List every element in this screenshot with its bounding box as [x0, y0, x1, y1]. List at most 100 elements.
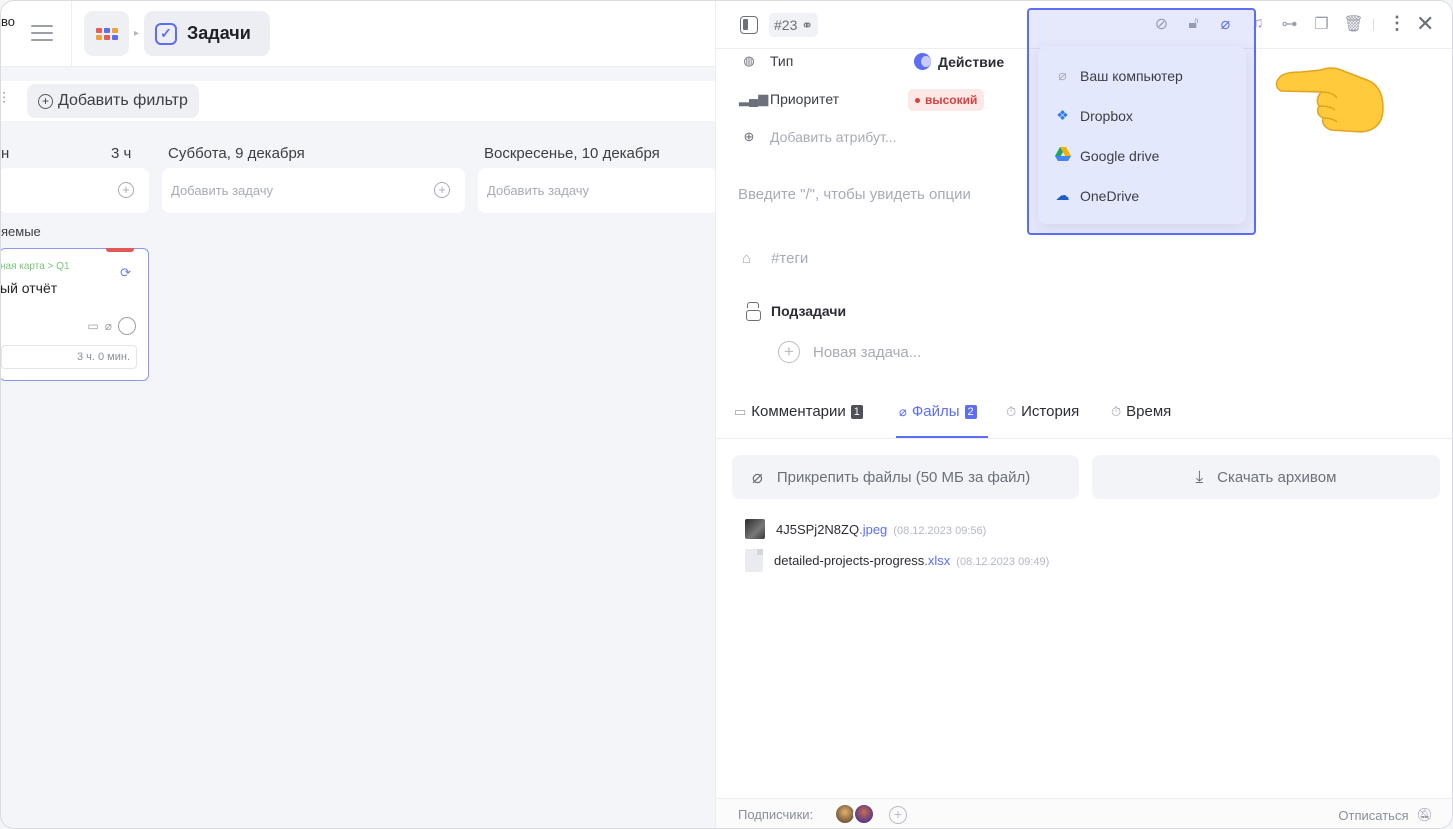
section-label: яемые — [1, 224, 41, 239]
attach-from-dropbox[interactable]: ❖ Dropbox — [1054, 107, 1133, 124]
divider — [1373, 19, 1374, 31]
count-badge: 2 — [964, 404, 977, 419]
copy-icon[interactable]: ❐ — [1311, 13, 1332, 35]
attach-from-google-drive[interactable]: Google drive — [1054, 147, 1159, 164]
column-title: Воскресенье, 10 декабря — [484, 145, 660, 162]
tab-time[interactable]: ⏱︎ Время — [1111, 403, 1171, 420]
add-attribute-button[interactable]: ⊕ Добавить атрибут... — [739, 129, 897, 145]
onedrive-icon: ☁ — [1055, 187, 1070, 203]
plus-circle-icon: + — [778, 341, 800, 363]
subscribers-label: Подписчики: — [738, 807, 814, 822]
download-archive-button[interactable]: ⤓ Скачать архивом — [1092, 455, 1440, 499]
priority-marker — [106, 248, 134, 252]
menu-icon[interactable] — [31, 25, 53, 41]
task-card[interactable]: ная карта > Q1 ⟳ ый отчёт ▭ ⌀ 3 ч. 0 мин… — [0, 248, 149, 381]
filter-settings-icon[interactable]: ⫶ — [2, 91, 6, 109]
add-task-input[interactable]: Добавить задачу — [478, 168, 718, 213]
column-title: Суббота, 9 декабря — [168, 145, 305, 162]
tag-icon: ⌂ — [742, 250, 752, 267]
type-icon: ◍ — [743, 53, 755, 68]
attach-menu: ⌀ Ваш компьютер ❖ Dropbox Google drive ☁… — [1038, 46, 1246, 224]
add-task-placeholder: Добавить задачу — [487, 183, 590, 198]
attach-from-computer[interactable]: ⌀ Ваш компьютер — [1054, 67, 1183, 84]
divider — [71, 1, 72, 67]
unsubscribe-button[interactable]: Отписаться 🔕︎ — [1338, 807, 1433, 823]
attribute-priority: ▂▄▆ Приоритет — [739, 91, 839, 107]
card-title: ый отчёт — [0, 280, 58, 296]
apps-grid-icon — [95, 27, 118, 40]
add-task-input[interactable]: Добавить задачу + — [162, 168, 465, 213]
add-attribute-label: Добавить атрибут... — [770, 129, 897, 145]
plus-circle-icon: + — [38, 93, 53, 109]
attach-files-button[interactable]: ⌀ Прикрепить файлы (50 МБ за файл) — [732, 455, 1079, 499]
detail-tabs: ▭ Комментарии 1 ⌀ Файлы 2 ⏱︎ История ⏱︎ … — [716, 399, 1452, 439]
avatar[interactable] — [853, 803, 875, 825]
download-archive-label: Скачать архивом — [1217, 468, 1337, 486]
new-subtask-button[interactable]: + Новая задача... — [778, 341, 921, 363]
breadcrumb-arrow-icon: ▸ — [134, 28, 140, 39]
add-subscriber-button[interactable]: + — [889, 806, 907, 824]
bell-off-icon: 🔕︎ — [1416, 807, 1433, 822]
paperclip-icon: ⌀ — [752, 466, 763, 487]
action-type-icon — [914, 53, 931, 70]
column-hours: 3 ч — [111, 145, 132, 162]
trash-icon[interactable]: 🗑︎ — [1343, 13, 1364, 35]
subscribers-bar: Подписчики: + Отписаться 🔕︎ — [716, 798, 1452, 828]
section-title: Задачи — [187, 23, 251, 43]
close-icon[interactable]: ✕ — [1416, 11, 1434, 37]
file-item[interactable]: 4J5SPj2N8ZQ.jpeg (08.12.2023 09:56) — [745, 519, 986, 539]
attribute-label: Тип — [770, 53, 794, 69]
active-tab-indicator — [896, 436, 988, 438]
top-bar: во ▸ ✓ Задачи — [1, 1, 715, 67]
document-icon — [745, 549, 763, 572]
apps-button[interactable] — [84, 11, 129, 56]
google-drive-icon — [1054, 147, 1071, 164]
more-icon[interactable]: ⋮ — [1388, 13, 1406, 34]
count-badge: 1 — [850, 404, 863, 419]
subtasks-header: Подзадачи — [746, 302, 847, 321]
checkbox-icon: ✓ — [155, 22, 177, 45]
tasks-section-button[interactable]: ✓ Задачи — [144, 11, 270, 56]
tags-placeholder: #теги — [771, 250, 809, 267]
tab-files[interactable]: ⌀ Файлы 2 — [899, 403, 977, 420]
filter-bar: ⫶ + Добавить фильтр — [1, 81, 715, 121]
add-task-input[interactable]: + — [1, 168, 149, 213]
subtasks-icon — [746, 302, 761, 321]
add-filter-button[interactable]: + Добавить фильтр — [27, 84, 199, 118]
complete-toggle[interactable] — [118, 317, 136, 335]
app-window: во ▸ ✓ Задачи ⫶ + Добавить фильтр н 3 ч … — [0, 0, 1453, 829]
column-title: н — [1, 145, 10, 162]
tags-field[interactable]: ⌂ #теги — [742, 250, 808, 267]
file-item[interactable]: detailed-projects-progress.xlsx (08.12.20… — [745, 549, 1049, 572]
add-filter-label: Добавить фильтр — [58, 92, 188, 109]
download-icon: ⤓ — [1195, 467, 1204, 486]
dropbox-icon: ❖ — [1056, 107, 1069, 123]
type-value[interactable]: Действие — [914, 53, 1004, 70]
subtasks-title: Подзадачи — [771, 303, 847, 319]
priority-value[interactable]: высокий — [908, 89, 985, 111]
card-icons: ▭ ⌀ — [87, 317, 136, 335]
stopwatch-icon: ⏱︎ — [1111, 403, 1122, 419]
new-subtask-label: Новая задача... — [813, 343, 922, 361]
plus-circle-icon[interactable]: + — [118, 182, 134, 198]
task-id-badge[interactable]: #23 ⚭ — [769, 13, 818, 37]
pointing-hand-icon — [1275, 67, 1384, 133]
comment-icon: ▭ — [734, 403, 747, 419]
workspace-name-fragment: во — [1, 14, 15, 29]
paperclip-icon: ⌀ — [104, 319, 112, 333]
stopwatch-icon: ⏱︎ — [1006, 403, 1017, 419]
signal-icon: ▂▄▆ — [739, 91, 769, 106]
paperclip-icon: ⌀ — [1058, 67, 1067, 83]
priority-badge: высокий — [908, 89, 985, 111]
plus-circle-icon[interactable]: + — [434, 182, 450, 198]
tab-history[interactable]: ⏱︎ История — [1006, 403, 1079, 420]
attribute-label: Приоритет — [770, 91, 840, 107]
sidebar-toggle-icon[interactable] — [740, 16, 758, 34]
image-thumbnail — [745, 519, 765, 539]
attach-from-onedrive[interactable]: ☁ OneDrive — [1054, 187, 1140, 204]
description-editor[interactable]: Введите "/", чтобы увидеть опции — [738, 186, 971, 203]
subtask-tree-icon[interactable]: ⊶ — [1279, 13, 1300, 35]
paperclip-icon: ⌀ — [899, 403, 907, 419]
tab-comments[interactable]: ▭ Комментарии 1 — [734, 403, 863, 420]
add-task-placeholder: Добавить задачу — [171, 183, 274, 198]
